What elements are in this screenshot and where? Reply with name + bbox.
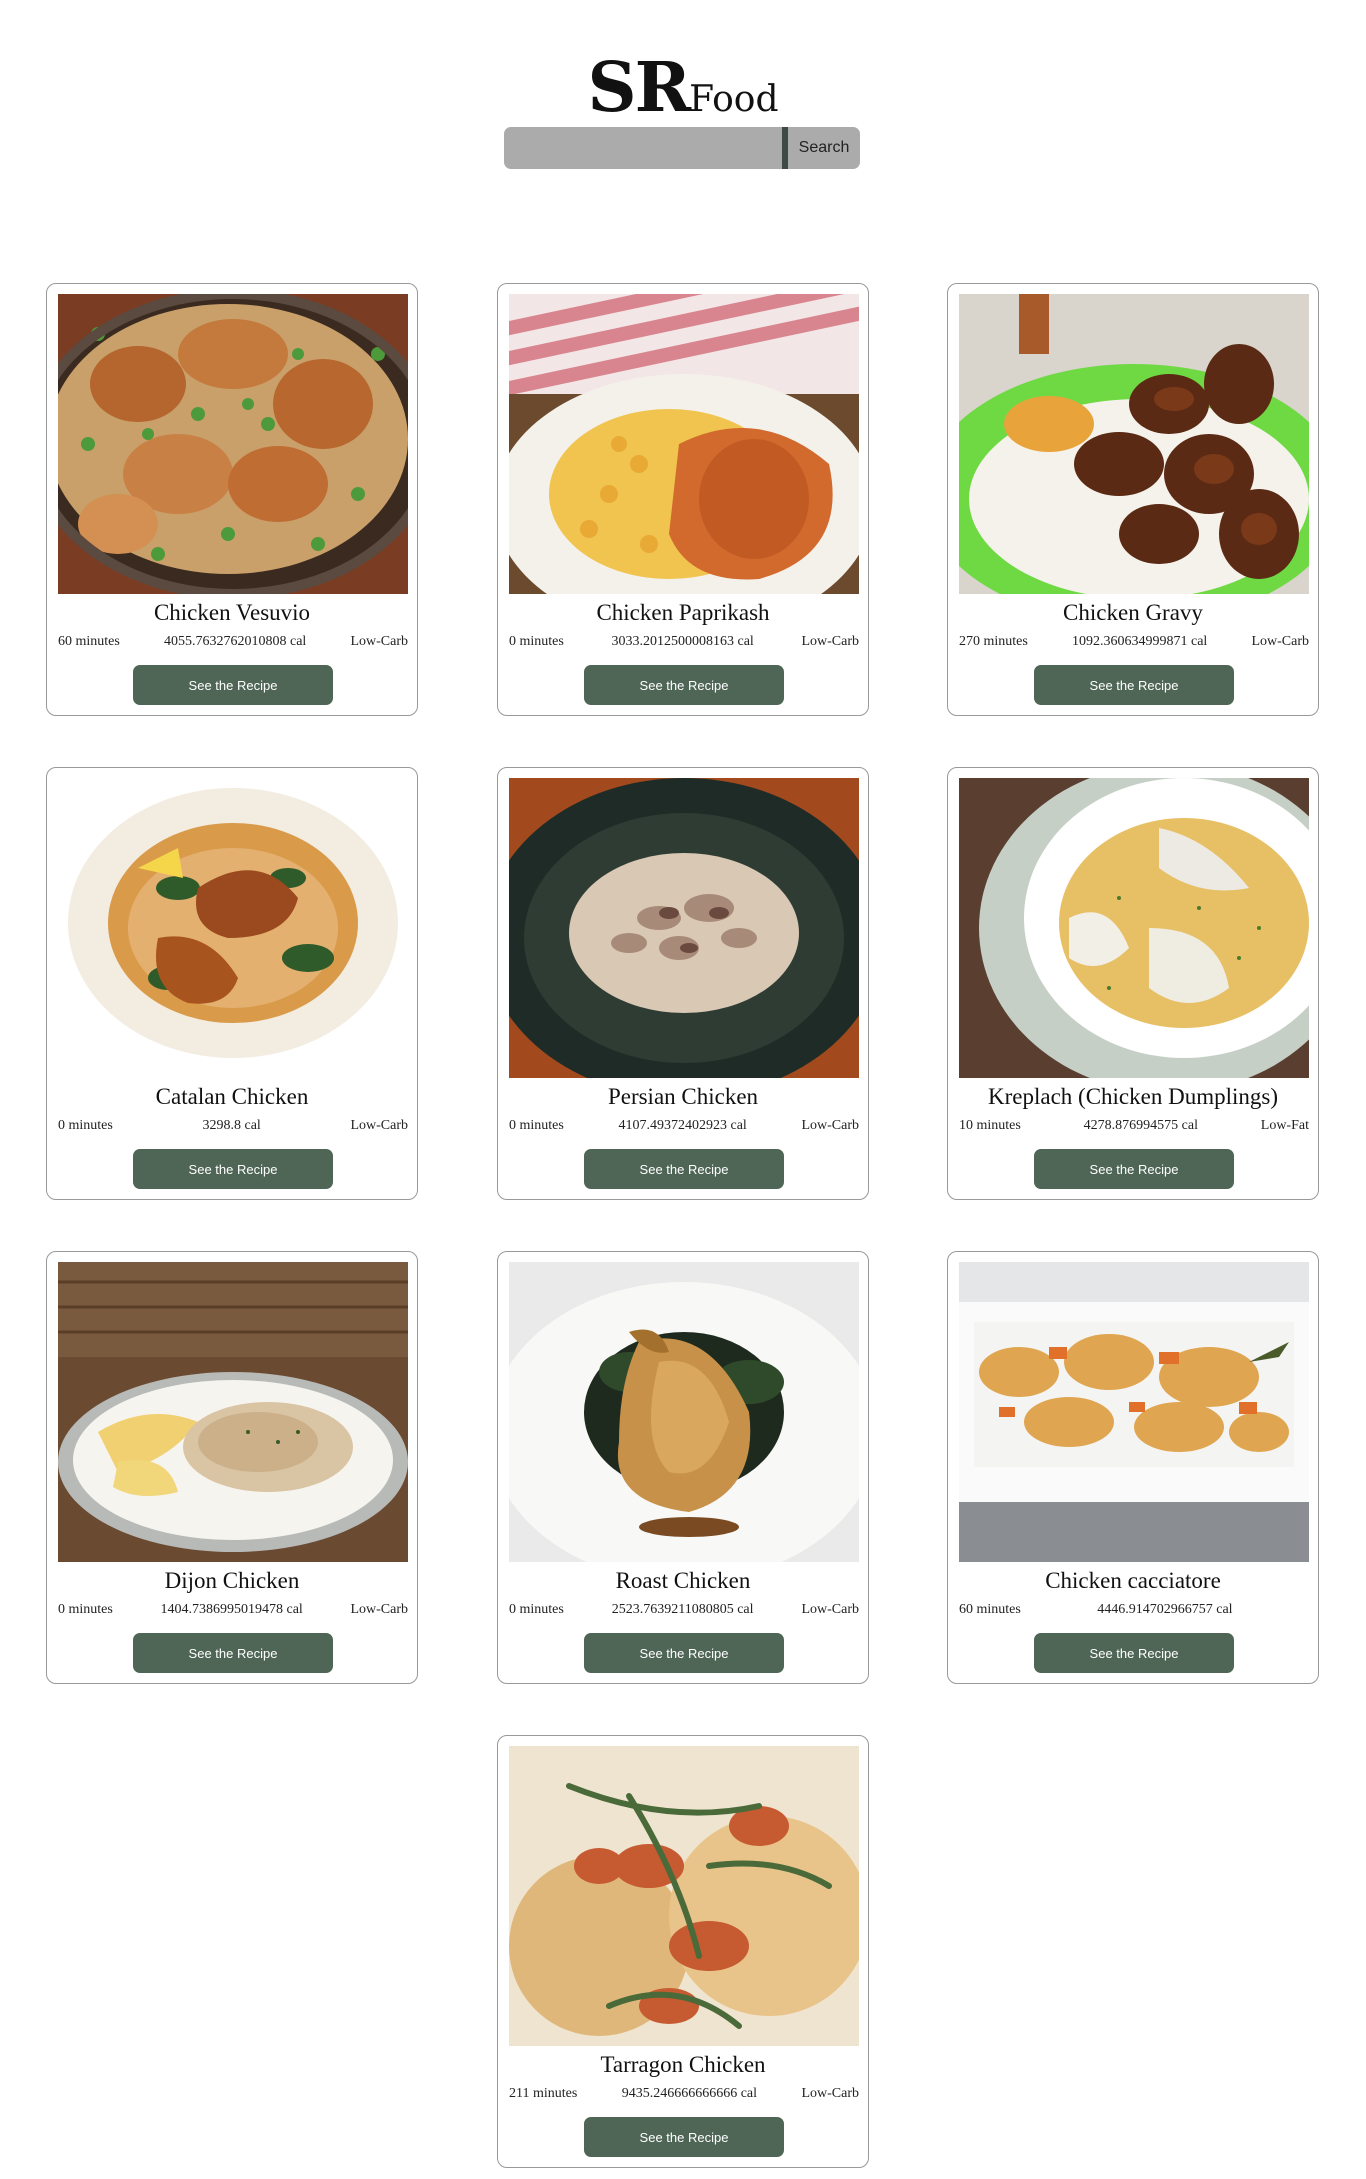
recipe-title: Tarragon Chicken xyxy=(600,2052,766,2077)
recipe-calories: 3298.8 cal xyxy=(202,1118,261,1133)
recipe-card-chicken-paprikash: Chicken Paprikash 0 minutes 3033.2012500… xyxy=(497,283,869,716)
recipe-card-chicken-vesuvio: Chicken Vesuvio 60 minutes 4055.76327620… xyxy=(46,283,418,716)
recipe-meta: 0 minutes 4107.49372402923 cal Low-Carb xyxy=(509,1118,859,1134)
search-input[interactable] xyxy=(504,127,782,169)
recipe-title: Chicken Vesuvio xyxy=(153,600,311,625)
recipe-title: Kreplach (Chicken Dumplings) xyxy=(988,1084,1278,1109)
recipe-card-kreplach: Kreplach (Chicken Dumplings) 10 minutes … xyxy=(947,767,1319,1200)
see-recipe-button[interactable]: See the Recipe xyxy=(584,665,784,705)
see-recipe-button[interactable]: See the Recipe xyxy=(133,1149,333,1189)
recipe-time: 0 minutes xyxy=(58,1118,113,1133)
recipe-photo-image xyxy=(959,1262,1309,1562)
recipe-photo[interactable] xyxy=(959,1262,1309,1562)
recipe-time: 60 minutes xyxy=(58,634,120,649)
see-recipe-button[interactable]: See the Recipe xyxy=(584,1633,784,1673)
recipe-photo-image xyxy=(959,294,1309,594)
recipe-calories: 4278.876994575 cal xyxy=(1083,1118,1198,1133)
logo-initials: SR xyxy=(587,48,691,128)
recipe-photo-image xyxy=(959,778,1309,1078)
recipe-photo[interactable] xyxy=(509,1746,859,2046)
recipe-photo-image xyxy=(509,778,859,1078)
recipe-photo[interactable] xyxy=(509,294,859,594)
recipe-time: 10 minutes xyxy=(959,1118,1021,1133)
recipe-card-tarragon-chicken: Tarragon Chicken 211 minutes 9435.246666… xyxy=(497,1735,869,2168)
recipe-photo[interactable] xyxy=(58,1262,408,1562)
recipe-calories: 4446.914702966757 cal xyxy=(1097,1602,1233,1617)
see-recipe-button[interactable]: See the Recipe xyxy=(1034,1149,1234,1189)
recipe-title: Dijon Chicken xyxy=(164,1568,300,1593)
recipe-title: Catalan Chicken xyxy=(155,1084,309,1109)
recipe-diet-label: Low-Fat xyxy=(1260,1118,1309,1133)
recipe-calories: 4055.7632762010808 cal xyxy=(163,634,307,649)
logo-word: Food xyxy=(689,79,779,120)
recipe-meta: 211 minutes 9435.246666666666 cal Low-Ca… xyxy=(509,2086,859,2102)
recipe-title: Chicken cacciatore xyxy=(1045,1568,1221,1593)
recipe-time: 0 minutes xyxy=(509,634,564,649)
recipe-card-dijon-chicken: Dijon Chicken 0 minutes 1404.73869950194… xyxy=(46,1251,418,1684)
recipe-title: Chicken Paprikash xyxy=(596,600,770,625)
recipe-calories: 2523.7639211080805 cal xyxy=(611,1602,754,1617)
recipe-card-roast-chicken: Roast Chicken 0 minutes 2523.76392110808… xyxy=(497,1251,869,1684)
recipe-photo-image xyxy=(509,1746,859,2046)
recipe-time: 270 minutes xyxy=(959,634,1028,649)
recipe-meta: 10 minutes 4278.876994575 cal Low-Fat xyxy=(959,1118,1309,1134)
recipe-meta: 0 minutes 2523.7639211080805 cal Low-Car… xyxy=(509,1602,859,1618)
recipe-time: 0 minutes xyxy=(509,1602,564,1617)
header: SRFood Search xyxy=(0,0,1366,200)
recipe-diet-label: Low-Carb xyxy=(350,1602,408,1617)
recipe-meta: 0 minutes 3298.8 cal Low-Carb xyxy=(58,1118,408,1134)
recipe-photo[interactable] xyxy=(509,1262,859,1562)
recipe-card-chicken-gravy: Chicken Gravy 270 minutes 1092.360634999… xyxy=(947,283,1319,716)
recipe-photo[interactable] xyxy=(509,778,859,1078)
recipe-photo-image xyxy=(509,294,859,594)
recipe-diet-label: Low-Carb xyxy=(350,634,408,649)
recipe-meta: 0 minutes 3033.2012500008163 cal Low-Car… xyxy=(509,634,859,650)
recipe-calories: 1092.360634999871 cal xyxy=(1071,634,1208,649)
see-recipe-button[interactable]: See the Recipe xyxy=(1034,665,1234,705)
recipe-calories: 3033.2012500008163 cal xyxy=(611,634,754,649)
search-bar: Search xyxy=(504,127,860,169)
recipe-photo-image xyxy=(58,294,408,594)
recipe-time: 0 minutes xyxy=(58,1602,113,1617)
recipe-calories: 9435.246666666666 cal xyxy=(621,2086,758,2101)
recipe-time: 0 minutes xyxy=(509,1118,564,1133)
recipe-title: Roast Chicken xyxy=(615,1568,751,1593)
recipe-diet-label: Low-Carb xyxy=(801,1602,859,1617)
recipe-card-persian-chicken: Persian Chicken 0 minutes 4107.493724029… xyxy=(497,767,869,1200)
recipe-meta: 270 minutes 1092.360634999871 cal Low-Ca… xyxy=(959,634,1309,650)
recipe-calories: 4107.49372402923 cal xyxy=(618,1118,747,1133)
see-recipe-button[interactable]: See the Recipe xyxy=(1034,1633,1234,1673)
recipe-photo-image xyxy=(509,1262,859,1562)
recipe-meta: 60 minutes 4446.914702966757 cal xyxy=(959,1602,1309,1618)
recipe-card-chicken-cacciatore: Chicken cacciatore 60 minutes 4446.91470… xyxy=(947,1251,1319,1684)
recipe-card-catalan-chicken: Catalan Chicken 0 minutes 3298.8 cal Low… xyxy=(46,767,418,1200)
see-recipe-button[interactable]: See the Recipe xyxy=(584,2117,784,2157)
recipe-diet-label: Low-Carb xyxy=(350,1118,408,1133)
recipe-title: Persian Chicken xyxy=(607,1084,759,1109)
recipe-diet-label: Low-Carb xyxy=(801,2086,859,2101)
recipe-diet-label: Low-Carb xyxy=(801,1118,859,1133)
recipe-photo[interactable] xyxy=(58,778,408,1078)
recipe-photo[interactable] xyxy=(959,778,1309,1078)
recipe-meta: 0 minutes 1404.7386995019478 cal Low-Car… xyxy=(58,1602,408,1618)
recipe-title: Chicken Gravy xyxy=(1063,600,1203,625)
see-recipe-button[interactable]: See the Recipe xyxy=(133,1633,333,1673)
recipe-photo[interactable] xyxy=(58,294,408,594)
recipe-calories: 1404.7386995019478 cal xyxy=(160,1602,303,1617)
recipe-time: 211 minutes xyxy=(509,2086,578,2101)
recipe-photo[interactable] xyxy=(959,294,1309,594)
see-recipe-button[interactable]: See the Recipe xyxy=(133,665,333,705)
recipe-meta: 60 minutes 4055.7632762010808 cal Low-Ca… xyxy=(58,634,408,650)
recipe-diet-label: Low-Carb xyxy=(1251,634,1309,649)
see-recipe-button[interactable]: See the Recipe xyxy=(584,1149,784,1189)
site-logo[interactable]: SRFood xyxy=(0,48,1366,128)
recipe-photo-image xyxy=(58,778,408,1078)
recipe-photo-image xyxy=(58,1262,408,1562)
recipe-time: 60 minutes xyxy=(959,1602,1021,1617)
search-button[interactable]: Search xyxy=(788,127,860,169)
recipe-diet-label: Low-Carb xyxy=(801,634,859,649)
